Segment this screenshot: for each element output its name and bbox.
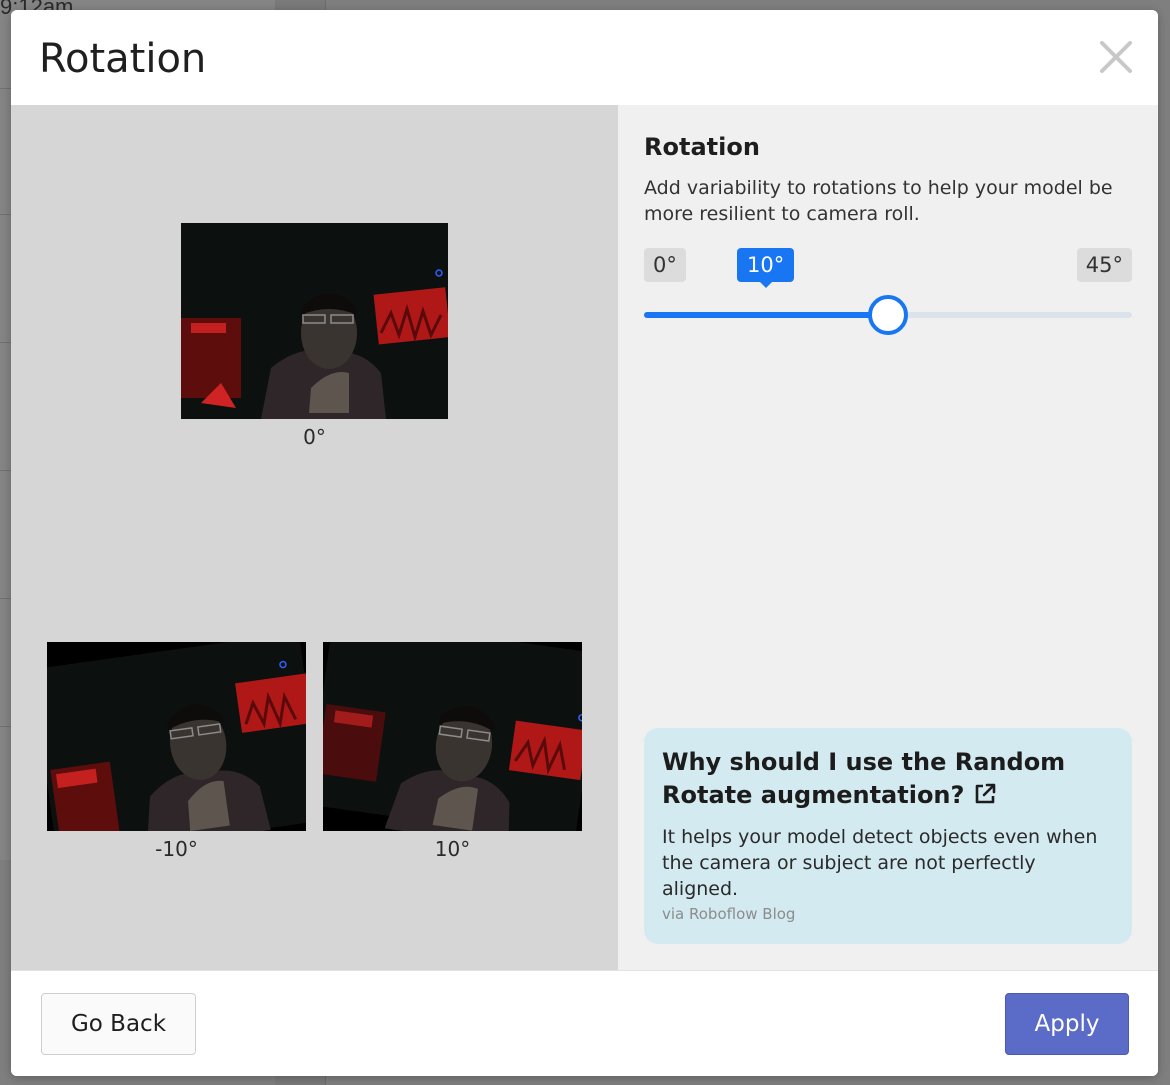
info-title[interactable]: Why should I use the Random Rotate augme… bbox=[662, 746, 1102, 812]
webcam-photo-rotated-negative bbox=[47, 642, 306, 831]
preview-label-original: 0° bbox=[303, 425, 326, 449]
external-link-icon[interactable] bbox=[973, 782, 997, 806]
modal-footer: Go Back Apply bbox=[11, 970, 1158, 1076]
slider-fill bbox=[644, 312, 888, 318]
preview-image-negative bbox=[47, 642, 306, 831]
preview-label-positive: 10° bbox=[434, 837, 471, 861]
preview-pane: 0° -10° 10° bbox=[11, 105, 618, 970]
webcam-photo-rotated-positive bbox=[323, 642, 582, 831]
slider-thumb[interactable] bbox=[868, 295, 908, 335]
webcam-photo bbox=[181, 223, 448, 419]
preview-image-positive bbox=[323, 642, 582, 831]
slider-max-label: 45° bbox=[1076, 248, 1132, 282]
info-body: It helps your model detect objects even … bbox=[662, 826, 1098, 900]
info-source: via Roboflow Blog bbox=[662, 905, 796, 923]
slider-value-label: 10° bbox=[737, 248, 795, 288]
rotation-modal: Rotation 0° -10° 10° Rotation Add variab… bbox=[11, 10, 1158, 1076]
preview-label-negative: -10° bbox=[155, 837, 198, 861]
close-button[interactable] bbox=[1096, 37, 1136, 77]
settings-title: Rotation bbox=[644, 133, 760, 161]
info-card: Why should I use the Random Rotate augme… bbox=[644, 728, 1132, 944]
settings-description: Add variability to rotations to help you… bbox=[644, 177, 1113, 225]
go-back-button[interactable]: Go Back bbox=[41, 993, 196, 1055]
settings-pane: Rotation Add variability to rotations to… bbox=[618, 105, 1158, 970]
modal-header: Rotation bbox=[11, 10, 1158, 105]
rotation-slider[interactable] bbox=[644, 295, 1132, 335]
close-icon bbox=[1100, 41, 1132, 73]
info-title-text: Why should I use the Random Rotate augme… bbox=[662, 748, 1066, 809]
modal-title: Rotation bbox=[39, 36, 207, 82]
preview-image-original bbox=[181, 223, 448, 419]
apply-button[interactable]: Apply bbox=[1005, 993, 1129, 1055]
slider-min-label: 0° bbox=[644, 248, 686, 282]
